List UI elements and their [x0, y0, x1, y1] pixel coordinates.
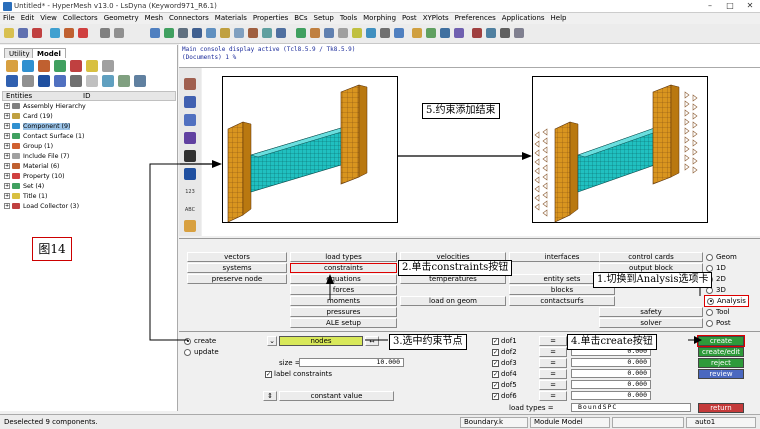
current-module: Module Model [530, 417, 610, 428]
cross-panel-arrows [149, 163, 702, 344]
status-bar: Deselected 9 components. Boundary.k Modu… [0, 414, 760, 429]
current-collector[interactable]: auto1 [686, 417, 756, 428]
current-file: Boundary.k [460, 417, 528, 428]
status-message: Deselected 9 components. [4, 418, 98, 426]
status-box [612, 417, 684, 428]
